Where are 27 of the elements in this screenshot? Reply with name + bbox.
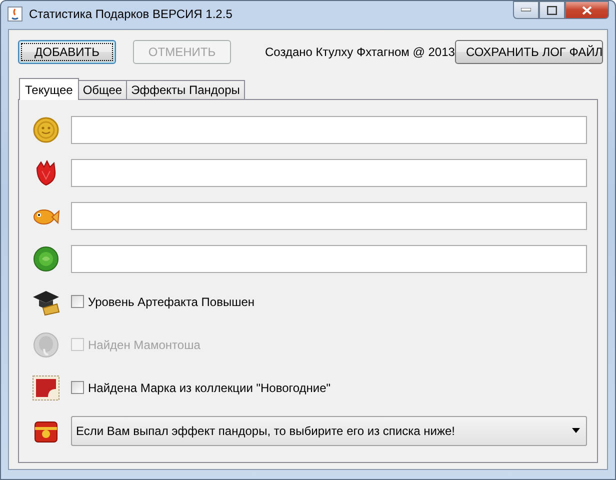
app-icon	[7, 6, 23, 22]
cabbage-icon	[32, 244, 60, 272]
checkbox-label[interactable]: Найдена Марка из коллекции "Новогодние"	[88, 380, 331, 394]
stamp-icon	[32, 374, 60, 400]
checkbox[interactable]	[71, 381, 84, 394]
credit-text: Создано Ктулху Фхтагном @ 2013	[265, 45, 455, 59]
window-title: Статистика Подарков ВЕРСИЯ 1.2.5	[29, 7, 234, 21]
checkbox[interactable]	[71, 295, 84, 308]
checkbox-label[interactable]: Уровень Артефакта Повышен	[88, 294, 255, 308]
tab[interactable]: Текущее	[19, 78, 79, 100]
input-field[interactable]	[71, 116, 587, 144]
coin-icon	[32, 116, 60, 144]
caret-icon	[572, 428, 580, 433]
effect-dropdown[interactable]: Если Вам выпал эффект пандоры, то выбирите его из списка ниже!	[71, 416, 587, 446]
input-field[interactable]	[71, 244, 587, 272]
minimize-button[interactable]	[513, 1, 539, 19]
close-icon	[582, 6, 592, 14]
tab[interactable]: Общее	[78, 80, 128, 99]
input-field[interactable]	[71, 202, 587, 230]
close-button[interactable]	[565, 1, 609, 19]
minimize-icon	[521, 8, 531, 12]
maximize-button[interactable]	[539, 1, 565, 19]
input-field[interactable]	[71, 158, 587, 186]
save-log-button[interactable]: СОХРАНИТЬ ЛОГ ФАЙЛ	[454, 40, 603, 64]
tab[interactable]: Эффекты Пандоры	[126, 80, 245, 99]
add-button[interactable]: ДОБАВИТЬ	[18, 40, 116, 64]
maximize-icon	[547, 6, 557, 14]
